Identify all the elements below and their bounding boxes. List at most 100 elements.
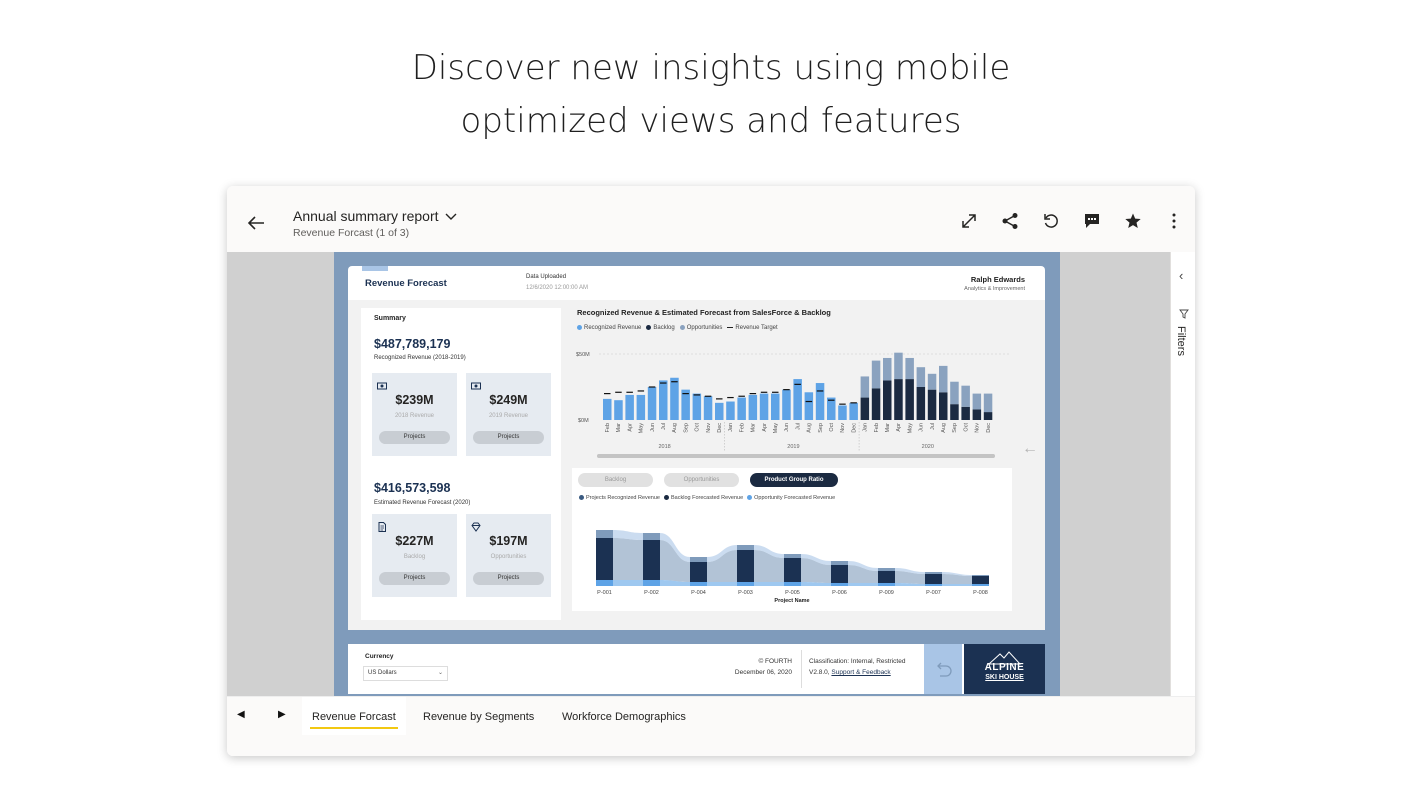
- ribbon-bar-recognized: [925, 584, 942, 586]
- x-tick-label: Feb: [605, 423, 611, 432]
- scrollbar-thumb: [597, 454, 995, 458]
- ribbon-bar-backlog: [878, 571, 895, 583]
- logo-line-1: ALPINE: [984, 662, 1025, 673]
- x-tick-label: Dec: [851, 423, 857, 433]
- kpi-value: $197M: [489, 534, 528, 548]
- x-tick-label: Nov: [840, 423, 846, 433]
- ribbon-recognized: [848, 583, 878, 586]
- ribbon-bar-opportunity: [972, 575, 989, 576]
- bar-backlog: [950, 404, 959, 420]
- ribbon-bar-opportunity: [737, 545, 754, 550]
- filters-pane[interactable]: ‹ Filters: [1170, 252, 1195, 696]
- reset-button[interactable]: [924, 644, 962, 694]
- x-tick-label: Sep: [952, 423, 958, 433]
- bar-opportunities: [894, 352, 903, 380]
- chevron-left-icon[interactable]: ‹: [1179, 268, 1183, 283]
- more-vertical-icon[interactable]: [1165, 212, 1183, 230]
- tab-revenue-by-segments[interactable]: Revenue by Segments: [413, 697, 544, 735]
- ribbon-bar-backlog: [643, 540, 660, 580]
- x-tick-label: P-006: [832, 590, 847, 596]
- x-tick-label: Aug: [807, 423, 813, 433]
- bar-backlog: [983, 412, 993, 420]
- projects-button[interactable]: Projects: [379, 431, 450, 444]
- scroll-left-arrow-icon[interactable]: ←: [1022, 440, 1038, 458]
- ribbon-bar-backlog: [784, 558, 801, 582]
- bar-backlog: [871, 388, 881, 420]
- x-tick-label: Jan: [728, 423, 734, 432]
- estimated-revenue-label: Estimated Revenue Forecast (2020): [374, 500, 471, 506]
- bar-backlog: [939, 392, 948, 420]
- kpi-value: $227M: [395, 534, 434, 548]
- chevron-down-icon: ⌄: [437, 670, 443, 676]
- user-role: Analytics & Improvement: [964, 286, 1025, 292]
- expand-icon[interactable]: [960, 212, 978, 230]
- kpi-card-2019: $249M 2019 Revenue Projects: [466, 373, 551, 456]
- bar-recognized: [737, 397, 746, 420]
- report-page-subtitle: Revenue Forcast (1 of 3): [293, 227, 410, 239]
- currency-dropdown[interactable]: US Dollars ⌄: [363, 666, 448, 681]
- projects-button[interactable]: Projects: [473, 431, 544, 444]
- support-feedback-link[interactable]: Support & Feedback: [831, 669, 890, 676]
- bar-opportunities: [961, 385, 970, 407]
- x-tick-label: Apr: [627, 423, 633, 432]
- kpi-card-opportunities: $197M Opportunities Projects: [466, 514, 551, 597]
- back-arrow-icon[interactable]: [245, 212, 267, 234]
- tab-workforce-demographics[interactable]: Workforce Demographics: [552, 697, 696, 735]
- bar-opportunities: [983, 393, 993, 413]
- y-tick-label: $50M: [576, 352, 590, 358]
- ribbon-bar-opportunity: [596, 530, 613, 538]
- recognized-revenue-label: Recognized Revenue (2018-2019): [374, 355, 466, 361]
- report-title-block[interactable]: Annual summary report Revenue Forcast (1…: [293, 208, 457, 239]
- bar-recognized: [748, 394, 758, 420]
- report-title[interactable]: Annual summary report: [293, 208, 439, 224]
- share-icon[interactable]: [1001, 212, 1019, 230]
- ribbon-bar-opportunity: [831, 561, 848, 565]
- x-tick-label: P-009: [879, 590, 894, 596]
- x-tick-label: Sep: [818, 423, 824, 433]
- filters-label: Filters: [1175, 326, 1187, 356]
- kpi-card-2018: $239M 2018 Revenue Projects: [372, 373, 457, 456]
- bar-opportunities: [939, 365, 948, 393]
- x-tick-label: Oct: [963, 423, 969, 432]
- ribbon-bar-backlog: [972, 576, 989, 584]
- next-page-icon[interactable]: ▶: [278, 709, 286, 720]
- x-tick-label: Mar: [616, 423, 622, 433]
- diamond-icon: [471, 519, 481, 532]
- x-tick-label: Jun: [919, 423, 925, 432]
- kpi-label: 2019 Revenue: [488, 413, 529, 419]
- header-accent: [362, 266, 388, 271]
- x-tick-label: Jul: [661, 423, 667, 430]
- comment-icon[interactable]: [1083, 212, 1101, 230]
- bar-recognized: [804, 392, 814, 420]
- x-tick-label: Oct: [829, 423, 835, 432]
- projects-button[interactable]: Projects: [473, 572, 544, 585]
- bar-recognized: [636, 394, 646, 420]
- currency-value: US Dollars: [368, 670, 397, 676]
- currency-label: Currency: [365, 653, 394, 660]
- chevron-down-icon[interactable]: [445, 208, 457, 224]
- ribbon-bar-backlog: [737, 550, 754, 582]
- bar-backlog: [894, 379, 903, 420]
- ribbon-bar-recognized: [596, 580, 613, 586]
- tab-revenue-forcast[interactable]: Revenue Forcast: [302, 697, 406, 735]
- ribbon-bar-recognized: [690, 582, 707, 586]
- favorite-star-icon[interactable]: [1124, 212, 1142, 230]
- previous-page-icon[interactable]: ◀: [237, 709, 245, 720]
- report-canvas: Revenue Forecast Data Uploaded 12/6/2020…: [227, 252, 1170, 696]
- x-tick-label: Jul: [795, 423, 801, 430]
- bar-opportunities: [972, 393, 982, 410]
- bar-recognized: [703, 396, 713, 420]
- bar-backlog: [961, 406, 970, 420]
- filter-funnel-icon: [1179, 306, 1189, 324]
- bar-opportunities: [883, 357, 892, 381]
- x-tick-label: Mar: [751, 423, 757, 433]
- bar-recognized: [838, 405, 847, 420]
- reset-icon[interactable]: [1042, 212, 1060, 230]
- projects-button[interactable]: Projects: [379, 572, 450, 585]
- bar-opportunities: [927, 373, 937, 390]
- bar-recognized: [793, 379, 802, 420]
- bar-backlog: [927, 389, 937, 420]
- x-tick-label: P-008: [973, 590, 988, 596]
- x-tick-label: P-003: [738, 590, 753, 596]
- x-tick-label: P-004: [691, 590, 706, 596]
